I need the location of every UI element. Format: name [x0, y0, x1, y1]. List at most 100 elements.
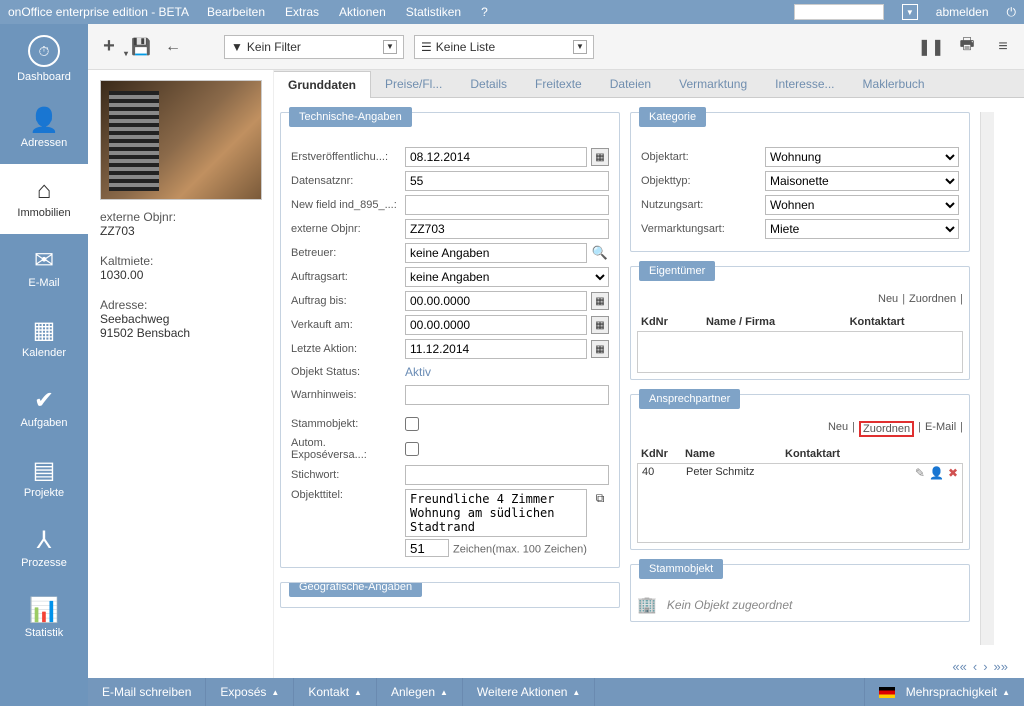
sidebar-item-aufgaben[interactable]: ✔Aufgaben — [0, 374, 88, 444]
calendar-icon: ▦ — [33, 319, 56, 343]
stammobjekt-checkbox[interactable] — [405, 417, 419, 431]
charcount-hint: Zeichen(max. 100 Zeichen) — [453, 544, 587, 556]
action-sprache[interactable]: Mehrsprachigkeit▲ — [864, 678, 1024, 706]
calendar-icon[interactable]: ▦ — [591, 316, 609, 334]
menu-statistiken[interactable]: Statistiken — [406, 5, 461, 19]
sidebar-item-dashboard[interactable]: ⏱Dashboard — [0, 24, 88, 94]
back-button[interactable]: ← — [162, 36, 184, 58]
datensatznr-input[interactable] — [405, 171, 609, 191]
pager-last[interactable]: »» — [994, 659, 1008, 674]
sidebar-item-email[interactable]: ✉E-Mail — [0, 234, 88, 304]
list-dropdown[interactable]: ☰ Keine Liste ▼ — [414, 35, 594, 59]
charcount-input[interactable] — [405, 539, 449, 557]
sidebar-item-projekte[interactable]: ▤Projekte — [0, 444, 88, 514]
action-exposes[interactable]: Exposés▲ — [206, 678, 294, 706]
bottom-action-bar: E-Mail schreiben Exposés▲ Kontakt▲ Anleg… — [88, 678, 1024, 706]
sidebar-item-immobilien[interactable]: ⌂Immobilien — [0, 164, 88, 234]
tab-details[interactable]: Details — [456, 70, 521, 97]
externe-objnr-input[interactable] — [405, 219, 609, 239]
letzteaktion-input[interactable] — [405, 339, 587, 359]
eigen-neu-link[interactable]: Neu — [878, 293, 898, 305]
warnhinweis-input[interactable] — [405, 385, 609, 405]
auftragbis-input[interactable] — [405, 291, 587, 311]
chart-icon: 📊 — [29, 599, 59, 623]
action-weitere[interactable]: Weitere Aktionen▲ — [463, 678, 595, 706]
adresse-line2: 91502 Bensbach — [100, 326, 261, 340]
objektart-select[interactable]: Wohnung — [765, 147, 959, 167]
anspr-neu-link[interactable]: Neu — [828, 421, 848, 437]
tab-interesse[interactable]: Interesse... — [761, 70, 848, 97]
extern-objnr-label: externe Objnr: — [100, 210, 261, 224]
house-icon: ⌂ — [37, 179, 52, 203]
anspr-zuordnen-link[interactable]: Zuordnen — [859, 421, 914, 437]
pager-first[interactable]: «« — [952, 659, 966, 674]
menu-extras[interactable]: Extras — [285, 5, 319, 19]
left-sidebar: ⏱Dashboard 👤Adressen ⌂Immobilien ✉E-Mail… — [0, 24, 88, 706]
funnel-icon: ▼ — [231, 40, 243, 54]
newfield-input[interactable] — [405, 195, 609, 215]
pause-button[interactable]: ❚❚ — [920, 36, 942, 58]
menu-bearbeiten[interactable]: Bearbeiten — [207, 5, 265, 19]
tab-preise[interactable]: Preise/Fl... — [371, 70, 456, 97]
anspr-email-link[interactable]: E-Mail — [925, 421, 956, 437]
tab-freitexte[interactable]: Freitexte — [521, 70, 596, 97]
copy-icon[interactable]: ⧉ — [591, 489, 609, 507]
chevron-down-icon: ▼ — [383, 40, 397, 54]
action-kontakt[interactable]: Kontakt▲ — [294, 678, 377, 706]
auftragsart-select[interactable]: keine Angaben — [405, 267, 609, 287]
menu-help[interactable]: ? — [481, 5, 488, 19]
person-icon[interactable]: 👤 — [929, 466, 944, 480]
delete-icon[interactable]: ✖ — [948, 466, 958, 480]
kaltmiete-label: Kaltmiete: — [100, 254, 261, 268]
filter-dropdown[interactable]: ▼ Kein Filter ▼ — [224, 35, 404, 59]
pager-prev[interactable]: ‹ — [973, 659, 977, 674]
search-icon[interactable]: 🔍 — [591, 244, 609, 262]
objekttitel-textarea[interactable]: Freundliche 4 Zimmer Wohnung am südliche… — [405, 489, 587, 537]
tab-vermarktung[interactable]: Vermarktung — [665, 70, 761, 97]
calendar-icon[interactable]: ▦ — [591, 340, 609, 358]
tab-maklerbuch[interactable]: Maklerbuch — [849, 70, 939, 97]
menu-lines-button[interactable]: ≡ — [992, 36, 1014, 58]
tab-dateien[interactable]: Dateien — [596, 70, 665, 97]
vermarktungsart-select[interactable]: Miete — [765, 219, 959, 239]
sidebar-item-statistik[interactable]: 📊Statistik — [0, 584, 88, 654]
stichwort-input[interactable] — [405, 465, 609, 485]
sidebar-item-adressen[interactable]: 👤Adressen — [0, 94, 88, 164]
record-toolbar: + 💾 ← ▼ Kein Filter ▼ ☰ Keine Liste ▼ ❚❚… — [88, 24, 1024, 70]
menu-aktionen[interactable]: Aktionen — [339, 5, 386, 19]
autoexpose-checkbox[interactable] — [405, 442, 419, 456]
user-select-caret[interactable]: ▼ — [902, 4, 918, 20]
print-button[interactable]: 🖶 — [956, 36, 978, 58]
sidebar-item-kalender[interactable]: ▦Kalender — [0, 304, 88, 374]
erstveroeff-input[interactable] — [405, 147, 587, 167]
server-icon: ▤ — [33, 459, 56, 483]
action-anlegen[interactable]: Anlegen▲ — [377, 678, 463, 706]
sidebar-item-prozesse[interactable]: ⅄Prozesse — [0, 514, 88, 584]
ansprechpartner-header: Ansprechpartner — [639, 389, 740, 409]
power-icon[interactable]: ⏻ — [1007, 5, 1017, 20]
pager-next[interactable]: › — [983, 659, 987, 674]
verkauftam-input[interactable] — [405, 315, 587, 335]
check-icon: ✔ — [34, 389, 54, 413]
save-button[interactable]: 💾 — [130, 36, 152, 58]
anspr-list[interactable]: 40 Peter Schmitz ✎👤✖ — [637, 463, 963, 543]
calendar-icon[interactable]: ▦ — [591, 148, 609, 166]
pager: «« ‹ › »» — [274, 655, 1024, 678]
logout-link[interactable]: abmelden — [936, 5, 989, 19]
property-thumbnail[interactable] — [100, 80, 262, 200]
nutzungsart-select[interactable]: Wohnen — [765, 195, 959, 215]
eigen-zuordnen-link[interactable]: Zuordnen — [909, 293, 956, 305]
add-button[interactable]: + — [98, 36, 120, 58]
top-menu: Bearbeiten Extras Aktionen Statistiken ? — [207, 5, 488, 19]
betreuer-input[interactable] — [405, 243, 587, 263]
vertical-scrollbar[interactable] — [980, 112, 994, 645]
user-select[interactable] — [794, 4, 884, 20]
calendar-icon[interactable]: ▦ — [591, 292, 609, 310]
edit-icon[interactable]: ✎ — [915, 466, 925, 480]
geografische-angaben-box: Geografische-Angaben — [280, 582, 620, 608]
top-menu-bar: onOffice enterprise edition - BETA Bearb… — [0, 0, 1024, 24]
objekttyp-select[interactable]: Maisonette — [765, 171, 959, 191]
eigen-list[interactable] — [637, 331, 963, 373]
action-email[interactable]: E-Mail schreiben — [88, 678, 206, 706]
tab-grunddaten[interactable]: Grunddaten — [274, 71, 371, 98]
